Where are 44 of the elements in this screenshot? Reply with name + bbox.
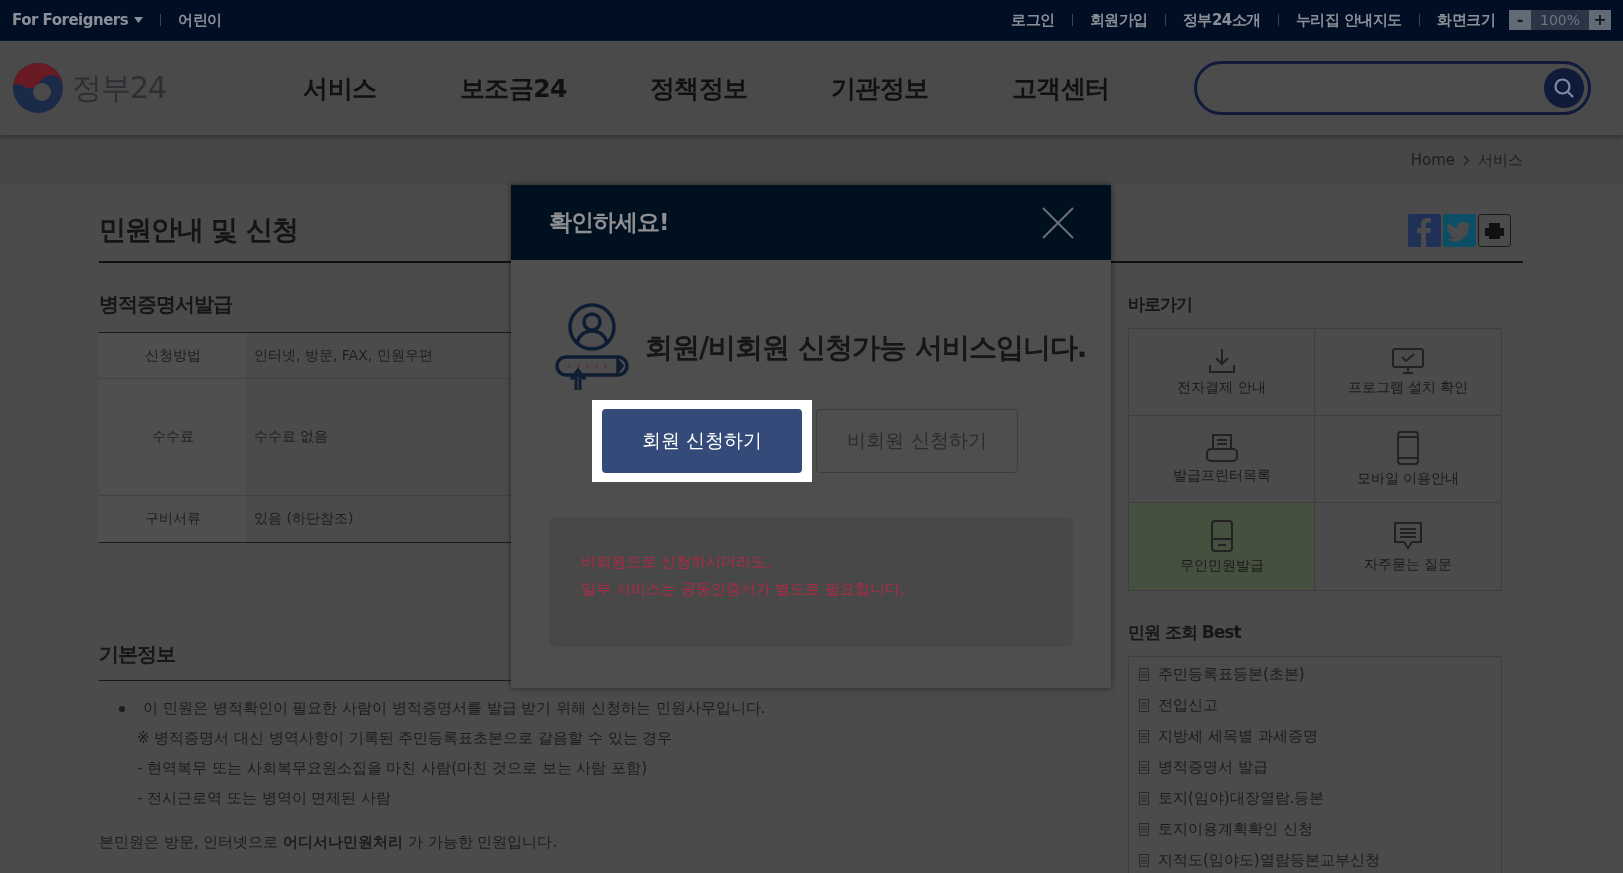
kiosk-icon [1209,518,1234,553]
zoom-out-button[interactable]: - [1509,10,1531,30]
chevron-right-icon [1463,154,1470,166]
document-icon [1139,699,1149,712]
bullet-icon [119,705,125,712]
document-icon [1139,792,1149,805]
logo-icon [12,62,64,114]
download-icon [1206,347,1237,375]
nav-item[interactable]: 고객센터 [1012,71,1110,105]
printer-icon [1204,433,1239,463]
zoom-in-button[interactable]: + [1589,10,1611,30]
document-icon [1139,730,1149,743]
document-icon [1139,761,1149,774]
top-link[interactable]: 회원가입 [1089,10,1148,30]
nav-item[interactable]: 기관정보 [831,71,929,105]
search-icon [1552,76,1576,100]
document-icon [1139,854,1149,867]
search-field[interactable] [1194,61,1591,115]
print-icon[interactable] [1478,213,1511,247]
search-button[interactable] [1544,68,1584,108]
caret-icon [134,17,144,23]
facebook-icon[interactable] [1408,213,1441,247]
zoom-value: 100% [1531,10,1589,30]
nav-item[interactable]: 정책정보 [650,71,748,105]
monitor-icon [1391,347,1425,375]
nav-item[interactable]: 서비스 [303,71,377,105]
dialog-message: 회원/비회원 신청가능 서비스입니다. [645,330,1087,366]
member-apply-button[interactable]: 회원 신청하기 [602,409,802,473]
phone-icon [1396,430,1420,466]
notice-text: 비회원으로 신청하시더라도, [581,553,772,572]
page-title: 민원안내 및 신청 [99,213,298,247]
dialog-title: 확인하세요! [549,208,669,237]
zoom-label: 화면크기 [1437,10,1495,30]
notice-text: 일부 서비스는 공동인증서가 별도로 필요힙니다. [581,580,906,599]
document-icon [1139,668,1149,681]
nav-item[interactable]: 보조금24 [459,71,567,105]
top-link[interactable]: 로그인 [1011,10,1055,30]
top-link[interactable]: 정부24소개 [1182,10,1261,30]
top-link[interactable]: For Foreigners [12,11,129,29]
close-button[interactable] [1041,205,1075,240]
top-link[interactable]: 어린이 [178,10,222,30]
top-link[interactable]: 누리집 안내지도 [1295,10,1402,30]
document-icon [1139,823,1149,836]
chat-bubble-icon [1392,519,1424,552]
